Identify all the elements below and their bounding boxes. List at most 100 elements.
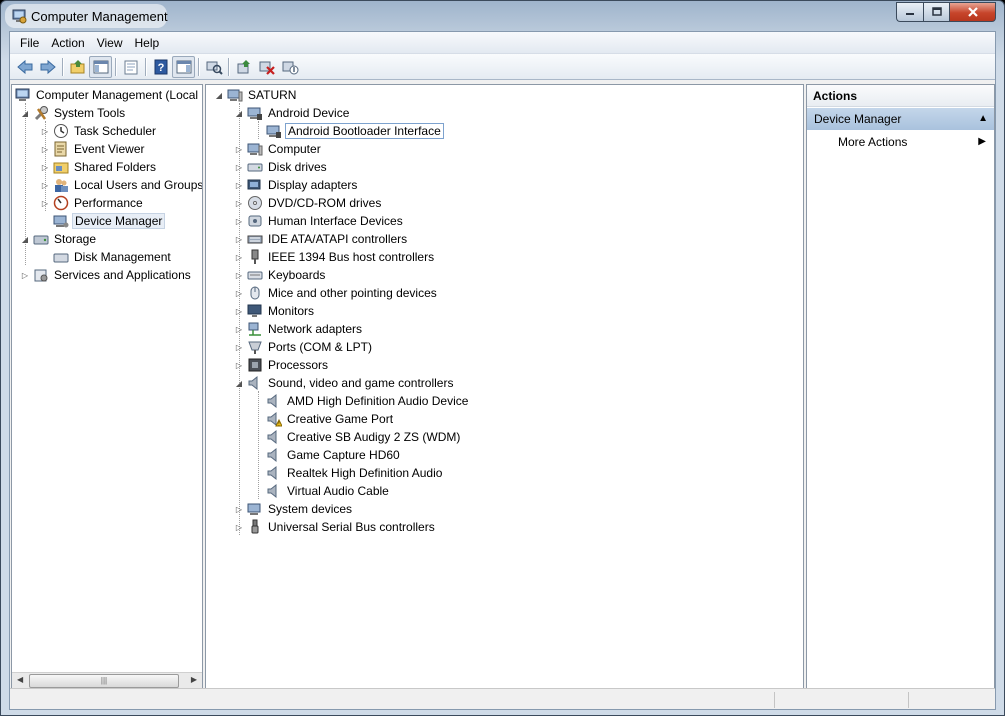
tree-item-system-tools[interactable]: ◢ System Tools [20, 104, 127, 122]
minimize-button[interactable] [896, 2, 923, 22]
scroll-left-icon[interactable]: ◀ [17, 675, 23, 684]
expand-arrow-icon[interactable]: ▷ [40, 198, 50, 208]
tree-item-event-viewer[interactable]: ▷ Event Viewer [40, 140, 146, 158]
collapse-arrow-icon[interactable]: ◢ [234, 108, 244, 118]
collapse-arrow-icon[interactable]: ◢ [234, 378, 244, 388]
display-adapter-icon [247, 179, 261, 190]
tree-item-services-and-applications[interactable]: ▷ Services and Applications [20, 266, 193, 284]
expand-arrow-icon[interactable]: ▷ [234, 180, 244, 190]
tree-item-local-users-and-groups[interactable]: ▷ Local Users and Groups [40, 176, 202, 194]
status-segment [908, 692, 909, 708]
expand-arrow-icon[interactable]: ▷ [234, 360, 244, 370]
tree-item-device-manager[interactable]: Device Manager [53, 212, 166, 230]
expand-arrow-icon[interactable]: ▷ [234, 342, 244, 352]
tree-item-computer[interactable]: ▷ Computer [234, 140, 323, 158]
tree-item-game-capture-hd60[interactable]: Game Capture HD60 [266, 446, 402, 464]
tree-item-label: Universal Serial Bus controllers [268, 520, 435, 534]
actions-section-device-manager[interactable]: Device Manager ▲ [807, 108, 994, 130]
forward-button[interactable] [36, 56, 59, 78]
tree-item-dvd-cd-rom-drives[interactable]: ▷ DVD/CD-ROM drives [234, 194, 383, 212]
mouse-icon [250, 286, 260, 300]
maximize-button[interactable] [923, 2, 949, 22]
tree-item-label: System Tools [54, 106, 126, 120]
tree-item-virtual-audio-cable[interactable]: Virtual Audio Cable [266, 482, 391, 500]
tree-item-sound-video-and-game-controllers[interactable]: ◢ Sound, video and game controllers [234, 374, 455, 392]
usb-icon [251, 519, 259, 534]
title-bar[interactable]: Computer Management [1, 1, 1004, 31]
tree-item-keyboards[interactable]: ▷ Keyboards [234, 266, 327, 284]
tree-item-amd-high-definition-audio-device[interactable]: AMD High Definition Audio Device [266, 392, 470, 410]
collapse-arrow-icon[interactable]: ◢ [20, 108, 30, 118]
tree-item-system-devices[interactable]: ▷ System devices [234, 500, 354, 518]
tree-item-monitors[interactable]: ▷ Monitors [234, 302, 316, 320]
expand-arrow-icon[interactable]: ▷ [40, 126, 50, 136]
expand-arrow-icon[interactable]: ▷ [234, 216, 244, 226]
horizontal-scrollbar[interactable]: ◀ ||| ▶ [12, 672, 202, 689]
menu-action[interactable]: Action [45, 32, 90, 54]
expand-arrow-icon[interactable]: ▷ [234, 306, 244, 316]
performance-icon [53, 195, 69, 211]
expand-arrow-icon[interactable]: ▷ [234, 504, 244, 514]
scan-hardware-button[interactable] [202, 56, 225, 78]
properties-button[interactable] [119, 56, 142, 78]
tree-item-shared-folders[interactable]: ▷ Shared Folders [40, 158, 158, 176]
expand-arrow-icon[interactable]: ▷ [234, 198, 244, 208]
expand-arrow-icon[interactable]: ▷ [234, 270, 244, 280]
expand-arrow-icon[interactable]: ▷ [234, 288, 244, 298]
expand-arrow-icon[interactable]: ▷ [40, 162, 50, 172]
expand-arrow-icon[interactable]: ▷ [234, 162, 244, 172]
expand-arrow-icon[interactable]: ▷ [234, 324, 244, 334]
tree-item-processors[interactable]: ▷ Processors [234, 356, 330, 374]
tree-item-creative-sb-audigy-2-zs-wdm[interactable]: Creative SB Audigy 2 ZS (WDM) [266, 428, 462, 446]
tree-item-ports-com-lpt[interactable]: ▷ Ports (COM & LPT) [234, 338, 374, 356]
expand-arrow-icon[interactable]: ▷ [234, 522, 244, 532]
tree-item-creative-game-port[interactable]: ! Creative Game Port [266, 410, 395, 428]
users-icon [55, 179, 68, 192]
tree-item-disk-management[interactable]: Disk Management [53, 248, 173, 266]
disable-button[interactable] [278, 56, 301, 78]
expand-arrow-icon[interactable]: ▷ [234, 252, 244, 262]
tree-item-display-adapters[interactable]: ▷ Display adapters [234, 176, 359, 194]
expand-arrow-icon[interactable]: ▷ [234, 234, 244, 244]
tree-item-saturn[interactable]: ◢ SATURN [214, 86, 298, 104]
scroll-right-icon[interactable]: ▶ [191, 675, 197, 684]
tree-item-android-bootloader-interface[interactable]: Android Bootloader Interface [266, 122, 444, 140]
close-button[interactable] [949, 2, 996, 22]
tree-item-performance[interactable]: ▷ Performance [40, 194, 145, 212]
show-hide-console-tree-button[interactable] [89, 55, 112, 78]
help-button[interactable]: ? [149, 56, 172, 78]
tree-item-network-adapters[interactable]: ▷ Network adapters [234, 320, 364, 338]
tree-item-mice-and-other-pointing-devices[interactable]: ▷ Mice and other pointing devices [234, 284, 439, 302]
status-bar [10, 688, 995, 709]
up-one-level-button[interactable] [66, 56, 89, 78]
tree-item-computer-management[interactable]: Computer Management (Local [15, 86, 200, 104]
tree-item-universal-serial-bus-controllers[interactable]: ▷ Universal Serial Bus controllers [234, 518, 437, 536]
collapse-triangle-icon[interactable]: ▲ [978, 108, 988, 130]
menu-view[interactable]: View [91, 32, 129, 54]
tree-item-label: Keyboards [268, 268, 326, 282]
tree-item-disk-drives[interactable]: ▷ Disk drives [234, 158, 329, 176]
back-button[interactable] [13, 56, 36, 78]
expand-arrow-icon[interactable]: ▷ [20, 270, 30, 280]
tree-item-task-scheduler[interactable]: ▷ Task Scheduler [40, 122, 158, 140]
tree-item-human-interface-devices[interactable]: ▷ Human Interface Devices [234, 212, 405, 230]
update-driver-button[interactable] [232, 56, 255, 78]
uninstall-button[interactable] [255, 56, 278, 78]
tree-item-realtek-high-definition-audio[interactable]: Realtek High Definition Audio [266, 464, 444, 482]
expand-arrow-icon[interactable]: ▷ [40, 144, 50, 154]
expand-arrow-icon[interactable]: ▷ [40, 180, 50, 190]
tree-item-storage[interactable]: ◢ Storage [20, 230, 98, 248]
show-hide-action-pane-button[interactable] [172, 55, 195, 78]
tree-item-label: Monitors [268, 304, 315, 318]
tree-item-android-device[interactable]: ◢ Android Device [234, 104, 351, 122]
menu-help[interactable]: Help [129, 32, 166, 54]
collapse-arrow-icon[interactable]: ◢ [214, 90, 224, 100]
storage-icon [33, 235, 49, 245]
scrollbar-thumb[interactable]: ||| [29, 674, 179, 688]
more-actions-item[interactable]: More Actions [838, 133, 907, 151]
collapse-arrow-icon[interactable]: ◢ [20, 234, 30, 244]
tree-item-ide-ata-atapi-controllers[interactable]: ▷ IDE ATA/ATAPI controllers [234, 230, 409, 248]
tree-item-ieee-1394-bus-host-controllers[interactable]: ▷ IEEE 1394 Bus host controllers [234, 248, 436, 266]
expand-arrow-icon[interactable]: ▷ [234, 144, 244, 154]
menu-file[interactable]: File [14, 32, 45, 54]
